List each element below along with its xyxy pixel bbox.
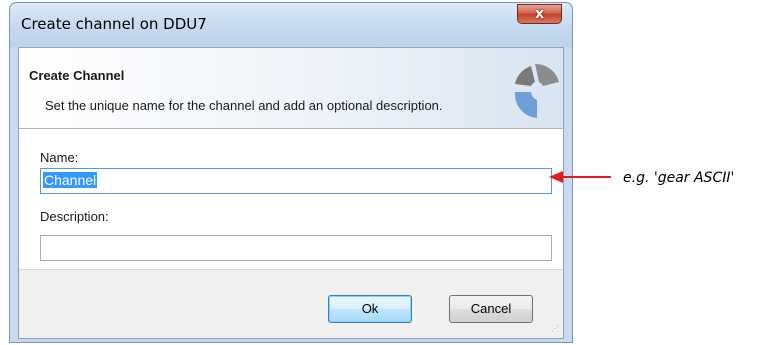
header-title: Create Channel (29, 68, 125, 83)
form-area: Name: Channel Description: (19, 129, 563, 269)
cancel-button[interactable]: Cancel (449, 295, 533, 323)
header-subtitle: Set the unique name for the channel and … (45, 98, 443, 113)
close-icon: x (534, 6, 545, 22)
name-input-value: Channel (43, 172, 98, 188)
annotation-text: e.g. 'gear ASCII' (623, 170, 735, 186)
title-bar[interactable]: Create channel on DDU7 x (10, 3, 572, 47)
window-title: Create channel on DDU7 (21, 15, 207, 33)
description-label: Description: (40, 209, 109, 224)
dialog-header: Create Channel Set the unique name for t… (19, 48, 563, 129)
channel-logo-icon (514, 63, 559, 118)
name-input[interactable]: Channel (40, 168, 552, 194)
resize-grip-icon[interactable]: ⋰ (551, 325, 561, 336)
ok-button[interactable]: Ok (328, 295, 412, 323)
create-channel-dialog: Create channel on DDU7 x Create Channel … (9, 2, 573, 343)
close-button[interactable]: x (517, 4, 562, 24)
dialog-footer: Ok Cancel ⋰ (19, 269, 563, 338)
annotation-arrow-icon (549, 171, 611, 183)
description-input[interactable] (40, 235, 552, 261)
dialog-client-area: Create Channel Set the unique name for t… (18, 47, 564, 339)
name-label: Name: (40, 150, 79, 165)
